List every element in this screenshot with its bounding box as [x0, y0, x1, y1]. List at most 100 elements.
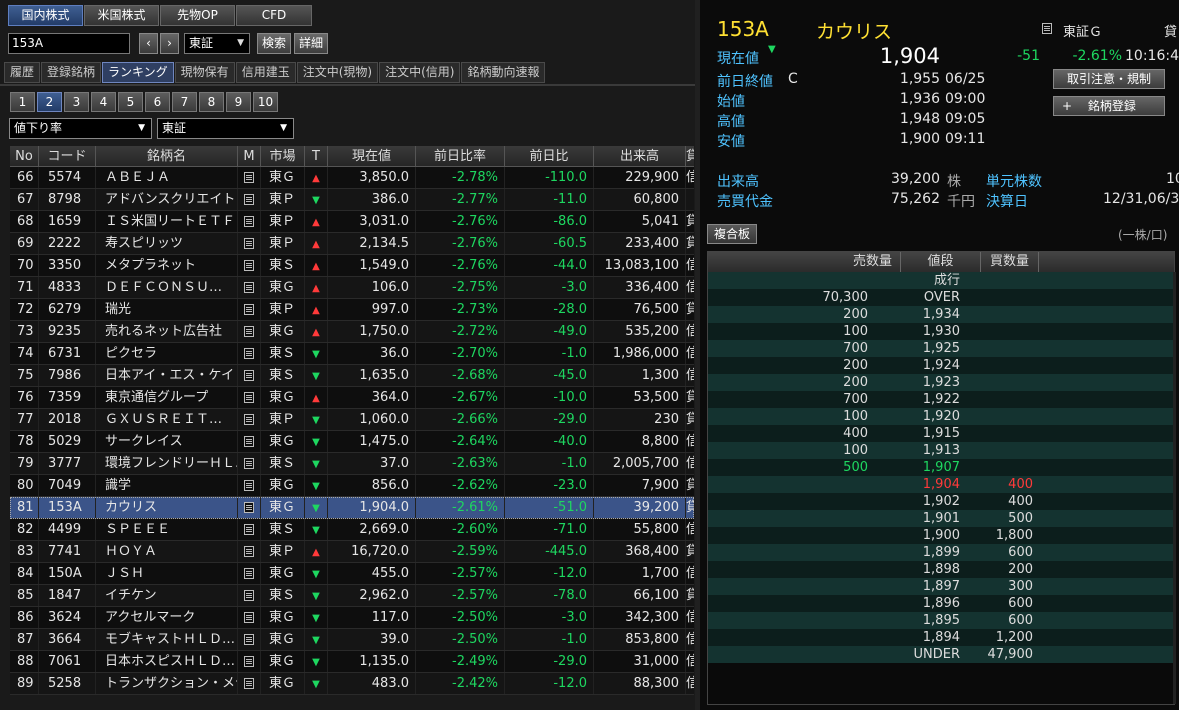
code-input[interactable] [8, 32, 130, 54]
table-row[interactable]: 79 3777 環境フレンドリーＨＬ… 東Ｓ ▼ 37.0 -2.63% -1.0 2,005,… [10, 453, 694, 475]
table-row[interactable]: 86 3624 アクセルマーク 東Ｇ ▼ 117.0 -2.50% -3.0 342,300 信 [10, 607, 694, 629]
col-market[interactable]: 市場 [261, 146, 305, 166]
order-book-row[interactable]: 成行 [708, 272, 1174, 289]
order-book-row[interactable]: 200 1,924 [708, 357, 1174, 374]
table-row[interactable]: 70 3350 メタプラネット 東Ｓ ▲ 1,549.0 -2.76% -44.0 13,083… [10, 255, 694, 277]
col-lending[interactable]: 貸 [686, 146, 694, 166]
table-row[interactable]: 88 7061 日本ホスピスＨＬＤ… 東Ｇ ▼ 1,135.0 -2.49% -29.0 31,… [10, 651, 694, 673]
table-row[interactable]: 80 7049 識学 東Ｇ ▼ 856.0 -2.62% -23.0 7,900 貸 [10, 475, 694, 497]
page-button[interactable]: 4 [91, 92, 116, 112]
memo-icon[interactable] [238, 409, 261, 430]
search-button[interactable]: 検索 [257, 32, 292, 54]
page-button[interactable]: 9 [226, 92, 251, 112]
tab-holdings[interactable]: 現物保有 [174, 62, 235, 83]
order-book-row[interactable]: 100 1,920 [708, 408, 1174, 425]
memo-icon[interactable] [238, 321, 261, 342]
trade-notice-button[interactable]: 取引注意・規制 [1053, 69, 1165, 89]
col-code[interactable]: コード [39, 146, 96, 166]
table-row[interactable]: 84 150A ＪＳＨ 東Ｇ ▼ 455.0 -2.57% -12.0 1,700 信 [10, 563, 694, 585]
order-book-row[interactable]: 1,900 1,800 [708, 527, 1174, 544]
table-row[interactable]: 78 5029 サークレイス 東Ｇ ▼ 1,475.0 -2.64% -40.0 8,800 信 [10, 431, 694, 453]
tab-orders-margin[interactable]: 注文中(信用) [379, 62, 461, 83]
col-price[interactable]: 現在値 [328, 146, 416, 166]
memo-icon[interactable] [238, 299, 261, 320]
table-row[interactable]: 68 1659 ＩＳ米国リートＥＴＦ 東Ｐ ▲ 3,031.0 -2.76% -86.0 5,0… [10, 211, 694, 233]
memo-icon[interactable] [238, 497, 261, 518]
memo-icon[interactable] [238, 255, 261, 276]
memo-icon[interactable] [238, 629, 261, 650]
market-select[interactable]: 東証 ▼ [157, 118, 294, 139]
memo-icon[interactable] [238, 189, 261, 210]
table-row[interactable]: 66 5574 ＡＢＥＪＡ 東Ｇ ▲ 3,850.0 -2.78% -110.0 229,900… [10, 167, 694, 189]
table-row[interactable]: 71 4833 ＤＥＦＣＯＮＳＵ… 東Ｇ ▲ 106.0 -2.75% -3.0 336,400… [10, 277, 694, 299]
order-book-row[interactable]: 100 1,913 [708, 442, 1174, 459]
order-book-row[interactable]: 400 1,915 [708, 425, 1174, 442]
order-book-row[interactable]: 100 1,930 [708, 323, 1174, 340]
memo-icon[interactable] [238, 211, 261, 232]
page-button[interactable]: 3 [64, 92, 89, 112]
order-book-scrollbar[interactable] [1173, 272, 1176, 704]
order-book-row[interactable]: UNDER 47,900 [708, 646, 1174, 663]
memo-icon[interactable] [238, 343, 261, 364]
memo-icon[interactable] [238, 167, 261, 188]
memo-icon[interactable] [238, 541, 261, 562]
memo-icon[interactable] [238, 563, 261, 584]
order-book-row[interactable]: 1,895 600 [708, 612, 1174, 629]
memo-icon[interactable] [238, 233, 261, 254]
table-row[interactable]: 74 6731 ピクセラ 東Ｓ ▼ 36.0 -2.70% -1.0 1,986,000 信 [10, 343, 694, 365]
order-book-row[interactable]: 200 1,923 [708, 374, 1174, 391]
col-name[interactable]: 銘柄名 [96, 146, 238, 166]
col-no[interactable]: No [10, 146, 39, 166]
order-book-row[interactable]: 1,901 500 [708, 510, 1174, 527]
table-row[interactable]: 87 3664 モブキャストＨＬＤ… 東Ｇ ▼ 39.0 -2.50% -1.0 853,800… [10, 629, 694, 651]
table-row[interactable]: 895258トランザクション・メデ… 東Ｇ▼483.0-2.42%-12.088,… [10, 673, 694, 695]
page-button[interactable]: 8 [199, 92, 224, 112]
order-book-row[interactable]: 1,902 400 [708, 493, 1174, 510]
col-volume[interactable]: 出来高 [594, 146, 686, 166]
order-book-row[interactable]: 700 1,922 [708, 391, 1174, 408]
order-book-row[interactable]: 700 1,925 [708, 340, 1174, 357]
table-row[interactable]: 76 7359 東京通信グループ 東Ｇ ▲ 364.0 -2.67% -10.0 53,500 貸 [10, 387, 694, 409]
order-book-row[interactable]: 70,300 OVER [708, 289, 1174, 306]
composite-board-button[interactable]: 複合板 [707, 224, 757, 244]
table-row[interactable]: 69 2222 寿スピリッツ 東Ｐ ▲ 2,134.5 -2.76% -60.5 233,400… [10, 233, 694, 255]
col-memo[interactable]: M [238, 146, 261, 166]
tab-orders-cash[interactable]: 注文中(現物) [296, 62, 379, 83]
detail-button[interactable]: 詳細 [294, 32, 329, 54]
order-book-row[interactable]: 1,896 600 [708, 595, 1174, 612]
table-row[interactable]: 83 7741 ＨＯＹＡ 東Ｐ ▲ 16,720.0 -2.59% -445.0 368,400… [10, 541, 694, 563]
col-pct[interactable]: 前日比率 [416, 146, 505, 166]
memo-icon[interactable] [238, 431, 261, 452]
memo-icon[interactable] [238, 453, 261, 474]
col-change[interactable]: 前日比 [505, 146, 594, 166]
tab-margin-positions[interactable]: 信用建玉 [235, 62, 296, 83]
memo-icon[interactable] [238, 673, 261, 694]
order-book-row[interactable]: 1,897 300 [708, 578, 1174, 595]
memo-icon[interactable] [1042, 21, 1052, 36]
tab-ranking[interactable]: ランキング [102, 62, 174, 83]
table-row[interactable]: 82 4499 ＳＰＥＥＥ 東Ｓ ▼ 2,669.0 -2.60% -71.0 55,800 信 [10, 519, 694, 541]
tab-registered[interactable]: 登録銘柄 [41, 62, 102, 83]
ranking-type-select[interactable]: 値下り率 ▼ [9, 118, 152, 139]
memo-icon[interactable] [238, 651, 261, 672]
order-book-row[interactable]: 1,899 600 [708, 544, 1174, 561]
prev-icon[interactable]: ‹ [139, 32, 158, 54]
memo-icon[interactable] [238, 277, 261, 298]
table-row[interactable]: 72 6279 瑞光 東Ｐ ▲ 997.0 -2.73% -28.0 76,500 貸 [10, 299, 694, 321]
table-row[interactable]: 81 153A カウリス 東Ｇ ▼ 1,904.0 -2.61% -51.0 39,200 貸 [10, 497, 694, 519]
order-book-row[interactable]: 500 1,907 [708, 459, 1174, 476]
table-row[interactable]: 85 1847 イチケン 東Ｓ ▼ 2,962.0 -2.57% -78.0 66,100 貸 [10, 585, 694, 607]
tab-domestic-stock[interactable]: 国内株式 [8, 5, 83, 26]
order-book-row[interactable]: 1,898 200 [708, 561, 1174, 578]
page-button[interactable]: 2 [37, 92, 62, 112]
tab-us-stock[interactable]: 米国株式 [84, 5, 159, 26]
next-icon[interactable]: › [160, 32, 179, 54]
register-button[interactable]: + 銘柄登録 [1053, 96, 1165, 116]
memo-icon[interactable] [238, 607, 261, 628]
memo-icon[interactable] [238, 387, 261, 408]
table-row[interactable]: 77 2018 ＧＸＵＳＲＥＩＴ… 東Ｐ ▼ 1,060.0 -2.66% -29.0 230 貸 [10, 409, 694, 431]
col-tick[interactable]: T [305, 146, 328, 166]
page-button[interactable]: 5 [118, 92, 143, 112]
page-button[interactable]: 7 [172, 92, 197, 112]
page-button[interactable]: 10 [253, 92, 278, 112]
